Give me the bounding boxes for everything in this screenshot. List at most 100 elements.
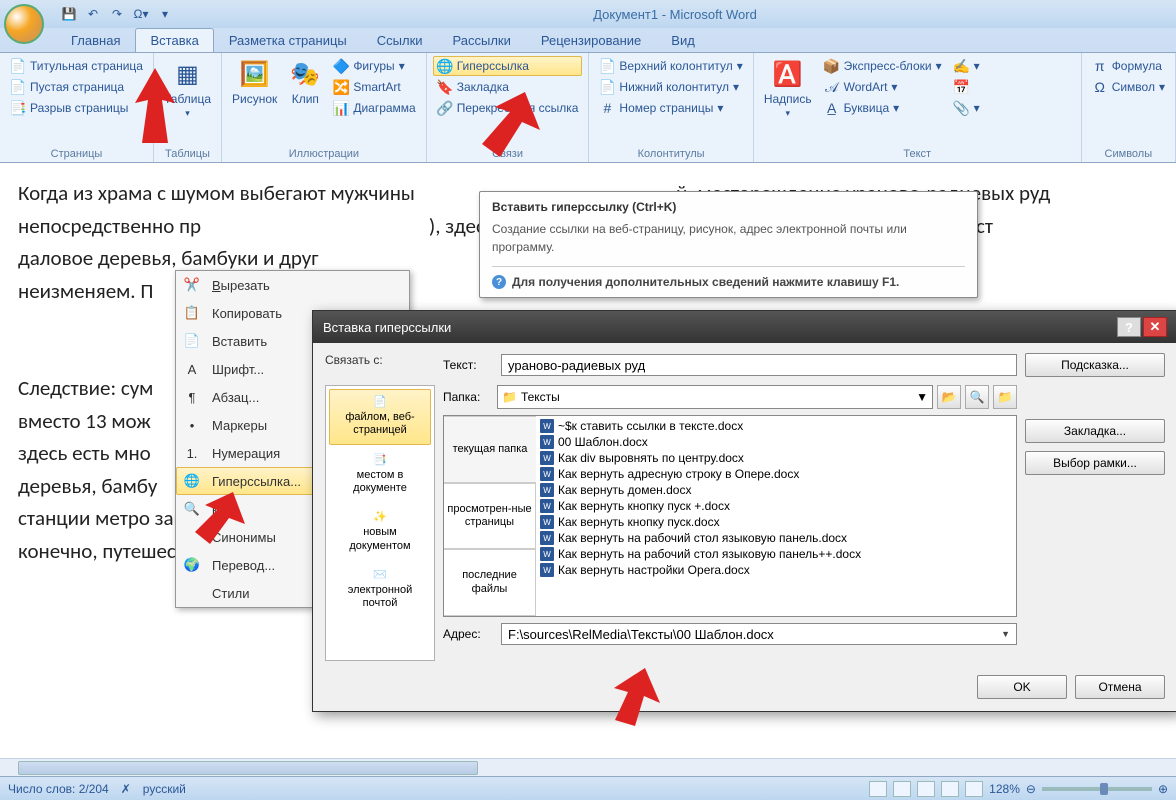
qat-customize-icon[interactable]: ▾	[156, 5, 174, 23]
dialog-titlebar[interactable]: Вставка гиперссылки ? ✕	[313, 311, 1176, 343]
chart-icon: 📊	[333, 100, 349, 116]
save-icon[interactable]: 💾	[60, 5, 78, 23]
sig-button[interactable]: ✍️▾	[950, 56, 984, 76]
blank-page-button[interactable]: 📄Пустая страница	[6, 77, 147, 97]
target-frame-button[interactable]: Выбор рамки...	[1025, 451, 1165, 475]
dialog-help-button[interactable]: ?	[1117, 317, 1141, 337]
redo-icon[interactable]: ↷	[108, 5, 126, 23]
btab-recent[interactable]: последние файлы	[444, 549, 536, 616]
file-item[interactable]: WКак вернуть на рабочий стол языковую па…	[538, 546, 1014, 562]
word-doc-icon: W	[540, 531, 554, 545]
spellcheck-icon[interactable]: ✗	[121, 782, 131, 796]
screentip-button[interactable]: Подсказка...	[1025, 353, 1165, 377]
help-icon: ?	[492, 275, 506, 289]
tab-review[interactable]: Рецензирование	[526, 28, 656, 52]
header-button[interactable]: 📄Верхний колонтитул ▾	[595, 56, 746, 76]
cross-ref-button[interactable]: 🔗Перекрестная ссылка	[433, 98, 583, 118]
word-count[interactable]: Число слов: 2/204	[8, 782, 109, 796]
wordart-icon: 𝒜	[824, 79, 840, 95]
file-item[interactable]: W~$к ставить ссылки в тексте.docx	[538, 418, 1014, 434]
break-icon: 📑	[10, 100, 26, 116]
page-break-button[interactable]: 📑Разрыв страницы	[6, 98, 147, 118]
word-doc-icon: W	[540, 499, 554, 513]
smartart-button[interactable]: 🔀SmartArt	[329, 77, 419, 97]
cover-page-button[interactable]: 📄Титульная страница	[6, 56, 147, 76]
file-list[interactable]: W~$к ставить ссылки в тексте.docxW00 Шаб…	[536, 416, 1016, 616]
hyperlink-button[interactable]: 🌐Гиперссылка	[433, 56, 583, 76]
file-item[interactable]: WКак вернуть настройки Opera.docx	[538, 562, 1014, 578]
file-item[interactable]: WКак вернуть кнопку пуск +.docx	[538, 498, 1014, 514]
group-text: 🅰️Надпись▾ 📦Экспресс-блоки ▾ 𝒜WordArt ▾ …	[754, 53, 1082, 162]
file-item[interactable]: WКак вернуть кнопку пуск.docx	[538, 514, 1014, 530]
up-folder-button[interactable]: 📂	[937, 385, 961, 409]
zoom-out-button[interactable]: ⊖	[1026, 782, 1036, 796]
bookmark-button[interactable]: 🔖Закладка	[433, 77, 583, 97]
shapes-button[interactable]: 🔷Фигуры ▾	[329, 56, 419, 76]
undo-icon[interactable]: ↶	[84, 5, 102, 23]
tab-view[interactable]: Вид	[656, 28, 710, 52]
zoom-in-button[interactable]: ⊕	[1158, 782, 1168, 796]
horizontal-scrollbar[interactable]	[0, 758, 1176, 776]
object-button[interactable]: 📎▾	[950, 98, 984, 118]
symbol-button[interactable]: ΩСимвол ▾	[1088, 77, 1169, 97]
link-to-file[interactable]: 📄файлом, веб-страницей	[329, 389, 431, 445]
word-doc-icon: W	[540, 467, 554, 481]
ctx-cut[interactable]: ✂️Вырезать	[176, 271, 409, 299]
file-browser: текущая папка просмотрен-ные страницы по…	[443, 415, 1017, 617]
tab-insert[interactable]: Вставка	[135, 28, 213, 52]
page-icon: 📄	[10, 58, 26, 74]
ribbon-tabs: Главная Вставка Разметка страницы Ссылки…	[0, 28, 1176, 52]
file-item[interactable]: WКак div выровнять по центру.docx	[538, 450, 1014, 466]
file-item[interactable]: WКак вернуть на рабочий стол языковую па…	[538, 530, 1014, 546]
view-print-layout[interactable]	[869, 781, 887, 797]
omega-icon[interactable]: Ω▾	[132, 5, 150, 23]
browse-file-button[interactable]: 📁	[993, 385, 1017, 409]
footer-button[interactable]: 📄Нижний колонтитул ▾	[595, 77, 746, 97]
btab-current[interactable]: текущая папка	[444, 416, 536, 483]
tab-mailings[interactable]: Рассылки	[438, 28, 526, 52]
view-full-screen[interactable]	[893, 781, 911, 797]
word-doc-icon: W	[540, 419, 554, 433]
link-to-email[interactable]: ✉️электронной почтой	[329, 562, 431, 618]
language-indicator[interactable]: русский	[143, 782, 186, 796]
link-to-new[interactable]: ✨новым документом	[329, 504, 431, 560]
bookmark-dlg-button[interactable]: Закладка...	[1025, 419, 1165, 443]
picture-button[interactable]: 🖼️Рисунок	[228, 56, 281, 146]
paste-icon: 📄	[180, 331, 204, 351]
tab-page-layout[interactable]: Разметка страницы	[214, 28, 362, 52]
equation-icon: π	[1092, 58, 1108, 74]
text-input[interactable]	[501, 354, 1017, 376]
view-draft[interactable]	[965, 781, 983, 797]
browse-web-button[interactable]: 🔍	[965, 385, 989, 409]
tab-home[interactable]: Главная	[56, 28, 135, 52]
file-item[interactable]: WКак вернуть домен.docx	[538, 482, 1014, 498]
dropcap-button[interactable]: A̲Буквица ▾	[820, 98, 946, 118]
chart-button[interactable]: 📊Диаграмма	[329, 98, 419, 118]
date-button[interactable]: 📅	[950, 77, 984, 97]
file-item[interactable]: W00 Шаблон.docx	[538, 434, 1014, 450]
view-web-layout[interactable]	[917, 781, 935, 797]
zoom-slider[interactable]	[1042, 787, 1152, 791]
clip-button[interactable]: 🎭Клип	[285, 56, 325, 146]
wordart-button[interactable]: 𝒜WordArt ▾	[820, 77, 946, 97]
tooltip-title: Вставить гиперссылку (Ctrl+K)	[492, 200, 965, 214]
ok-button[interactable]: OK	[977, 675, 1067, 699]
link-to-place[interactable]: 📑местом в документе	[329, 447, 431, 503]
dialog-close-button[interactable]: ✕	[1143, 317, 1167, 337]
view-outline[interactable]	[941, 781, 959, 797]
equation-button[interactable]: πФормула	[1088, 56, 1169, 76]
cut-icon: ✂️	[180, 275, 204, 295]
tab-references[interactable]: Ссылки	[362, 28, 438, 52]
word-doc-icon: W	[540, 563, 554, 577]
folder-combo[interactable]: 📁Тексты▼	[497, 385, 933, 409]
office-button[interactable]	[4, 4, 44, 44]
zoom-value[interactable]: 128%	[989, 782, 1020, 796]
btab-browsed[interactable]: просмотрен-ные страницы	[444, 483, 536, 550]
cancel-button[interactable]: Отмена	[1075, 675, 1165, 699]
address-combo[interactable]: F:\sources\RelMedia\Тексты\00 Шаблон.doc…	[501, 623, 1017, 645]
quickparts-button[interactable]: 📦Экспресс-блоки ▾	[820, 56, 946, 76]
file-item[interactable]: WКак вернуть адресную строку в Опере.doc…	[538, 466, 1014, 482]
table-button[interactable]: ▦Таблица▾	[160, 56, 215, 146]
page-number-button[interactable]: #Номер страницы ▾	[595, 98, 746, 118]
textbox-button[interactable]: 🅰️Надпись▾	[760, 56, 816, 146]
